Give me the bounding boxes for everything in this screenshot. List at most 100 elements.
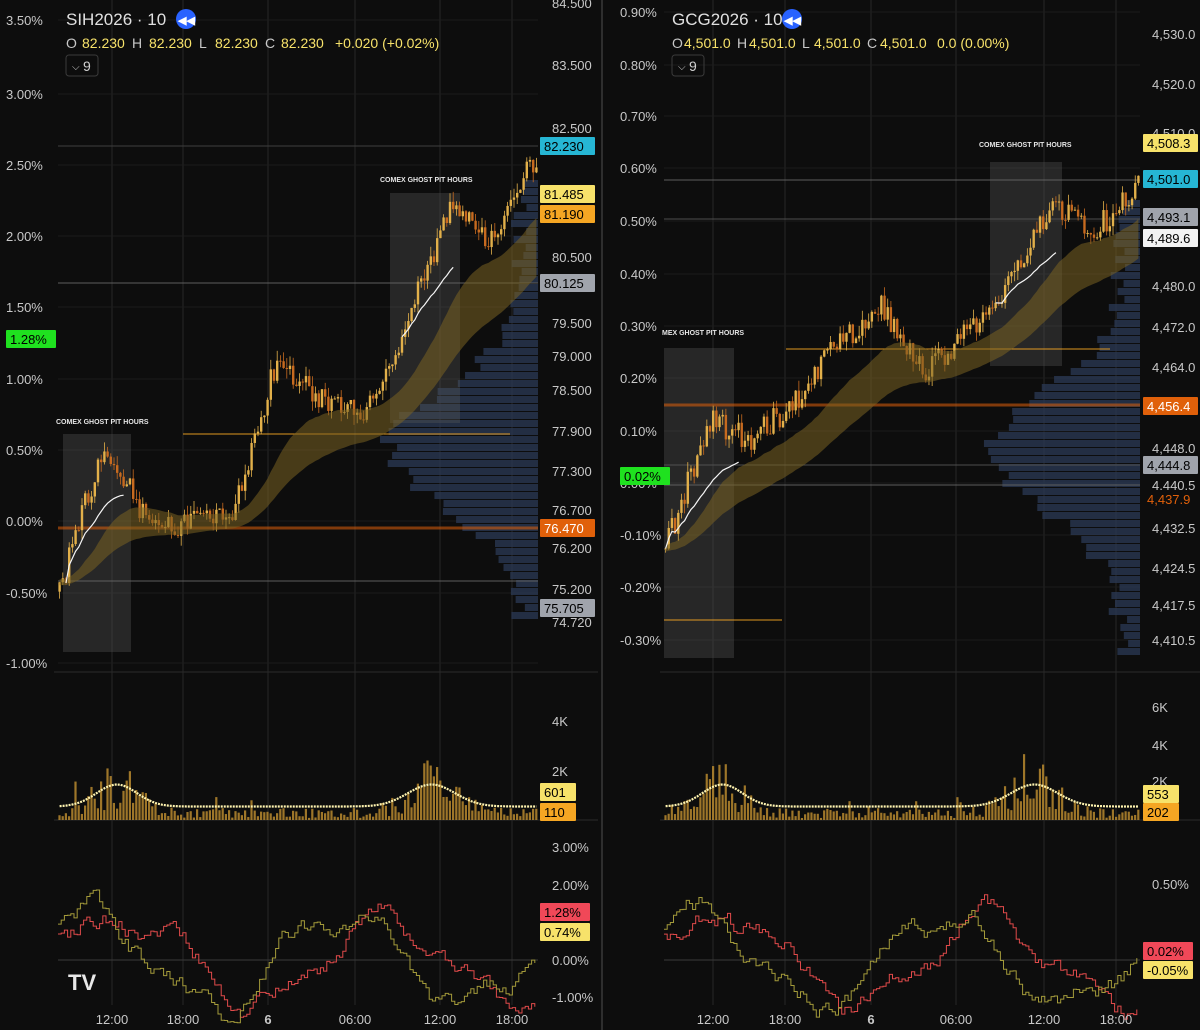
volume-bar — [819, 817, 823, 820]
volume-bar — [119, 802, 122, 820]
volume-bar — [100, 781, 103, 820]
volume-bar — [215, 797, 218, 820]
volume-bar — [132, 802, 135, 820]
price-tag-text: 4,489.6 — [1147, 231, 1190, 246]
symbol-title[interactable]: GCG2026 · 10 — [672, 10, 783, 29]
percent-axis-label: 3.00% — [6, 87, 43, 102]
volume-bar — [317, 810, 320, 820]
volume-bar — [477, 811, 480, 820]
volume-bar — [1007, 808, 1010, 820]
replay-button[interactable]: ◀◀ — [782, 9, 802, 29]
price-axis-label: 4,417.5 — [1152, 598, 1195, 613]
time-axis-label: 12:00 — [697, 1012, 730, 1027]
percent-tag: 1.28% — [6, 330, 56, 348]
volume-profile-bar — [397, 444, 538, 451]
volume-bar — [1105, 817, 1108, 820]
candle-body — [192, 510, 196, 514]
price-tag-text: 4,456.4 — [1147, 399, 1190, 414]
price-axis-label: 77.300 — [552, 464, 592, 479]
volume-profile-bar — [443, 500, 538, 507]
candle-body — [1061, 201, 1064, 220]
volume-bar — [940, 815, 943, 820]
candle-body — [819, 356, 823, 380]
candle-body — [477, 229, 480, 233]
volume-profile-bar — [1119, 584, 1140, 591]
candle-body — [959, 334, 962, 339]
volume-bar — [464, 805, 467, 820]
candle-body — [835, 346, 839, 350]
volume-bar — [378, 808, 381, 820]
volume-bar — [410, 807, 413, 820]
percent-axis-label: 0.10% — [620, 424, 657, 439]
volume-bar — [80, 813, 83, 820]
price-axis-label: 4,410.5 — [1152, 633, 1195, 648]
price-tag-text: 82.230 — [544, 139, 584, 154]
candle-body — [253, 433, 256, 443]
rewind-icon[interactable]: ◀◀ — [177, 15, 195, 27]
candle-body — [873, 311, 877, 314]
volume-bar — [1042, 764, 1045, 820]
candle-body — [978, 322, 981, 333]
volume-bar — [196, 809, 199, 820]
volume-bar — [493, 807, 496, 820]
candle-body — [71, 544, 74, 548]
volume-profile-bar — [1002, 480, 1140, 487]
ohlc-value: 82.230 — [149, 35, 192, 51]
volume-profile-bar — [483, 348, 538, 355]
chevron-down-icon[interactable]: ⌵ — [678, 62, 686, 73]
volume-bar — [896, 811, 899, 820]
candle-body — [503, 215, 506, 230]
ohlc-label: L — [199, 35, 207, 51]
rewind-icon[interactable]: ◀◀ — [783, 15, 801, 27]
volume-bar — [746, 803, 750, 820]
volume-bar — [835, 810, 838, 820]
candle-body — [727, 435, 731, 440]
volume-bar — [769, 816, 772, 820]
volume-bar — [1108, 815, 1111, 820]
volume-bar — [943, 815, 946, 820]
volume-profile-bar — [434, 492, 538, 499]
volume-bar — [677, 806, 680, 820]
ohlc-value: 82.230 — [281, 35, 324, 51]
candle-body — [832, 342, 835, 347]
volume-profile-bar — [1086, 544, 1140, 551]
volume-bar — [164, 813, 167, 820]
volume-profile-bar — [998, 432, 1140, 439]
correlation-tag-text: 1.28% — [544, 905, 581, 920]
volume-bar — [173, 810, 176, 820]
volume-bar — [1048, 806, 1051, 820]
candle-body — [448, 201, 452, 224]
candle-body — [80, 505, 84, 531]
time-axis-label: 12:00 — [96, 1012, 129, 1027]
candle-body — [516, 192, 519, 198]
volume-bar — [423, 763, 426, 820]
volume-bar — [308, 817, 311, 820]
volume-bar — [276, 813, 279, 820]
candle-body — [1013, 270, 1016, 273]
volume-profile-bar — [1099, 344, 1140, 351]
symbol-title[interactable]: SIH2026 · 10 — [66, 10, 166, 29]
price-axis-label: 83.500 — [552, 58, 592, 73]
volume-profile-bar — [1022, 488, 1140, 495]
candle-body — [1118, 210, 1121, 214]
replay-button[interactable]: ◀◀ — [176, 9, 196, 29]
volume-bar — [244, 810, 247, 820]
price-tag: 81.190 — [540, 205, 595, 223]
volume-bar — [1130, 815, 1134, 820]
candle-body — [119, 472, 122, 477]
volume-bar — [349, 812, 352, 820]
volume-bar — [870, 812, 873, 820]
time-axis-label: 6 — [867, 1012, 874, 1027]
candle-body — [1064, 219, 1067, 221]
ohlc-label: O — [672, 35, 683, 51]
chevron-down-icon[interactable]: ⌵ — [72, 62, 80, 73]
candle-body — [813, 366, 816, 385]
volume-bar — [778, 808, 781, 820]
volume-bar — [902, 813, 905, 820]
volume-profile-bar — [392, 452, 538, 459]
volume-bar — [772, 812, 775, 820]
candle-body — [122, 476, 125, 487]
volume-bar — [759, 807, 762, 820]
candle-body — [965, 324, 969, 330]
candle-body — [388, 366, 391, 369]
